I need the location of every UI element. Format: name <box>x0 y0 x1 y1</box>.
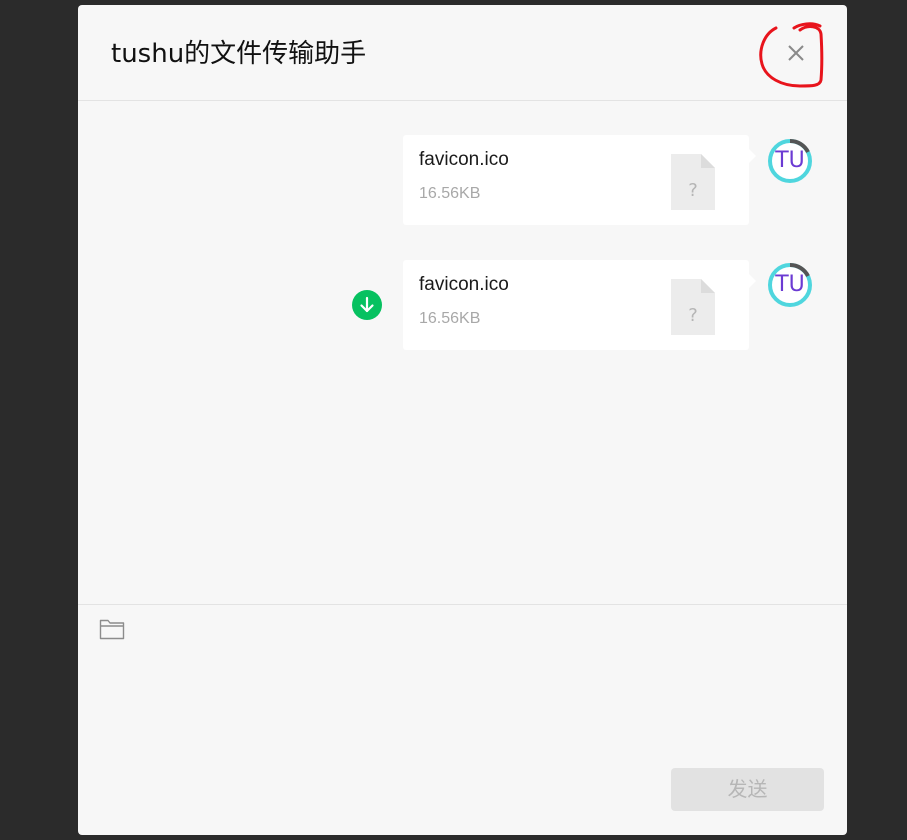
close-button[interactable] <box>778 35 814 71</box>
file-name: favicon.ico <box>419 149 509 170</box>
close-icon <box>788 45 804 61</box>
message-list[interactable]: favicon.ico 16.56KB ? TU favicon.ico 16.… <box>78 101 847 604</box>
dialog-title: tushu的文件传输助手 <box>111 39 367 69</box>
file-size: 16.56KB <box>419 310 481 327</box>
folder-icon <box>99 619 125 640</box>
file-transfer-dialog: tushu的文件传输助手 favicon.ico 16.56KB ? TU fa… <box>78 5 847 835</box>
dialog-header: tushu的文件传输助手 <box>78 5 847 101</box>
unknown-file-icon: ? <box>671 279 715 335</box>
send-button[interactable]: 发送 <box>671 768 824 811</box>
avatar-initials: TU <box>775 272 805 297</box>
avatar[interactable]: TU <box>767 262 813 308</box>
file-icon-glyph: ? <box>688 305 698 326</box>
file-icon-glyph: ? <box>688 180 698 201</box>
download-button[interactable] <box>352 290 382 320</box>
unknown-file-icon: ? <box>671 154 715 210</box>
file-message-bubble[interactable]: favicon.ico 16.56KB ? <box>403 260 756 350</box>
composer-divider <box>78 604 847 605</box>
avatar[interactable]: TU <box>767 138 813 184</box>
folder-button[interactable] <box>99 618 125 640</box>
message-input-area[interactable] <box>78 645 847 765</box>
avatar-initials: TU <box>775 148 805 173</box>
file-size: 16.56KB <box>419 185 481 202</box>
file-message-bubble[interactable]: favicon.ico 16.56KB ? <box>403 135 756 225</box>
arrow-down-icon <box>360 296 374 313</box>
file-name: favicon.ico <box>419 274 509 295</box>
